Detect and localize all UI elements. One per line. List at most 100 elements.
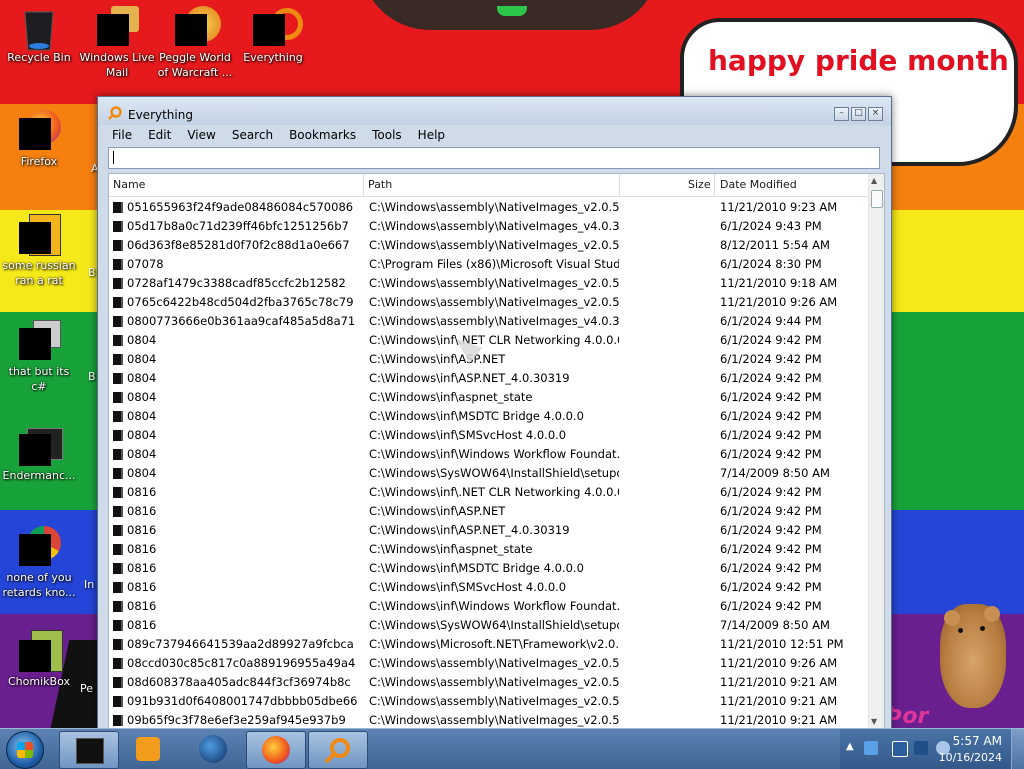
table-row[interactable]: 0816 C:\Windows\inf\Windows Workflow Foun… (109, 597, 869, 616)
table-row[interactable]: 0804 C:\Windows\inf\MSDTC Bridge 4.0.0.0 6… (109, 407, 869, 426)
menu-edit[interactable]: Edit (140, 127, 179, 145)
table-row[interactable]: 089c737946641539aa2d89927a9fcbca C:\Windo… (109, 635, 869, 654)
cell-path: C:\Windows\inf\.NET CLR Networking 4.0.0… (369, 485, 619, 499)
table-row[interactable]: 0728af1479c3388cadf85ccfc2b12582 C:\Windo… (109, 274, 869, 293)
desktop-icon-windows-live-mail[interactable]: Windows Live Mail (78, 6, 156, 80)
desktop-icon-firefox[interactable]: Firefox (0, 110, 78, 169)
cell-date: 6/1/2024 9:42 PM (720, 523, 822, 537)
menu-help[interactable]: Help (410, 127, 453, 145)
taskbar-app-firefox[interactable] (246, 731, 306, 769)
window-controls: – □ × (834, 107, 883, 121)
network-icon[interactable] (914, 741, 928, 755)
show-desktop-button[interactable] (1011, 729, 1024, 769)
clock-date[interactable]: 10/16/2024 (939, 751, 1002, 764)
taskbar-app-media-player[interactable] (120, 731, 178, 767)
file-icon (113, 278, 123, 289)
table-row[interactable]: 0765c6422b48cd504d2fba3765c78c79 C:\Windo… (109, 293, 869, 312)
column-divider[interactable] (714, 174, 715, 196)
menu-tools[interactable]: Tools (364, 127, 410, 145)
table-row[interactable]: 0816 C:\Windows\inf\ASP.NET_4.0.30319 6/1/… (109, 521, 869, 540)
table-row[interactable]: 0816 C:\Windows\inf\ASP.NET 6/1/2024 9:42 … (109, 502, 869, 521)
column-divider[interactable] (363, 174, 364, 196)
window-titlebar[interactable]: Everything – □ × (98, 97, 891, 125)
file-icon (113, 392, 123, 403)
table-row[interactable]: 07078 C:\Program Files (x86)\Microsoft Vi… (109, 255, 869, 274)
table-row[interactable]: 08d608378aa405adc844f3cf36974b8c C:\Windo… (109, 673, 869, 692)
taskbar-app-globe[interactable] (184, 731, 242, 767)
table-row[interactable]: 0816 C:\Windows\inf\aspnet_state 6/1/2024 … (109, 540, 869, 559)
cell-name: 051655963f24f9ade08486084c570086 (127, 200, 354, 214)
desktop-icon-none-of-you[interactable]: none of you retards kno... (0, 526, 78, 600)
menu-bookmarks[interactable]: Bookmarks (281, 127, 364, 145)
clock-time[interactable]: 5:57 AM (953, 734, 1002, 748)
hamster-eye (958, 628, 963, 633)
table-row[interactable]: 0804 C:\Windows\inf\Windows Workflow Foun… (109, 445, 869, 464)
desktop-icon-everything[interactable]: Everything (234, 6, 312, 65)
tray-monitor-icon[interactable] (892, 741, 908, 757)
cell-path: C:\Windows\inf\ASP.NET_4.0.30319 (369, 371, 570, 385)
scroll-down-icon[interactable]: ▼ (871, 717, 877, 726)
column-header-path[interactable]: Path (368, 178, 392, 191)
desktop-icon-label: some russian ran a rat (2, 259, 76, 287)
table-row[interactable]: 0816 C:\Windows\inf\SMSvcHost 4.0.0.0 6/1/… (109, 578, 869, 597)
table-row[interactable]: 06d363f8e85281d0f70f2c88d1a0e667 C:\Windo… (109, 236, 869, 255)
table-row[interactable]: 091b931d0f6408001747dbbbb05dbe66 C:\Windo… (109, 692, 869, 711)
minimize-button[interactable]: – (834, 107, 849, 121)
maximize-button[interactable]: □ (851, 107, 866, 121)
table-row[interactable]: 0804 C:\Windows\inf\.NET CLR Networking 4… (109, 331, 869, 350)
table-row[interactable]: 0816 C:\Windows\SysWOW64\InstallShield\se… (109, 616, 869, 635)
table-row[interactable]: 08ccd030c85c817c0a889196955a49a4 C:\Windo… (109, 654, 869, 673)
vertical-scrollbar[interactable]: ▲ ▼ (868, 174, 884, 730)
desktop-icon-peggle[interactable]: Peggle World of Warcraft ... (156, 6, 234, 80)
file-icon (113, 487, 123, 498)
cell-name: 0804 (127, 352, 157, 366)
close-button[interactable]: × (868, 107, 883, 121)
table-row[interactable]: 0804 C:\Windows\inf\ASP.NET 6/1/2024 9:42 … (109, 350, 869, 369)
file-icon (113, 373, 123, 384)
start-button[interactable] (6, 731, 44, 769)
cell-path: C:\Windows\inf\ASP.NET_4.0.30319 (369, 523, 570, 537)
search-input[interactable] (108, 147, 880, 169)
desktop-icon-recycle-bin[interactable]: Recycle Bin (0, 6, 78, 65)
file-icon (113, 677, 123, 688)
table-row[interactable]: 0804 C:\Windows\SysWOW64\InstallShield\se… (109, 464, 869, 483)
scroll-up-icon[interactable]: ▲ (871, 176, 877, 185)
desktop-icon-chomikbox[interactable]: ChomikBox (0, 630, 78, 689)
menu-view[interactable]: View (179, 127, 223, 145)
file-icon (113, 525, 123, 536)
scroll-thumb[interactable] (871, 190, 883, 208)
cell-date: 6/1/2024 9:42 PM (720, 333, 822, 347)
table-row[interactable]: 0804 C:\Windows\inf\SMSvcHost 4.0.0.0 6/1/… (109, 426, 869, 445)
desktop-icon-csharp[interactable]: that but its c# (0, 320, 78, 394)
cell-path: C:\Program Files (x86)\Microsoft Visual … (369, 257, 619, 271)
file-icon (113, 240, 123, 251)
show-hidden-icons-icon[interactable]: ▲ (846, 741, 854, 752)
desktop-icon-russian-rat[interactable]: some russian ran a rat (0, 214, 78, 288)
column-header-name[interactable]: Name (113, 178, 145, 191)
table-row[interactable]: 0816 C:\Windows\inf\MSDTC Bridge 4.0.0.0 6… (109, 559, 869, 578)
menu-file[interactable]: File (104, 127, 140, 145)
column-header-size[interactable]: Size (688, 178, 711, 191)
cell-name: 091b931d0f6408001747dbbbb05dbe66 (127, 694, 358, 708)
tray-app-icon[interactable] (864, 741, 878, 755)
taskbar-app-everything[interactable] (308, 731, 368, 769)
file-icon (113, 411, 123, 422)
table-row[interactable]: 051655963f24f9ade08486084c570086 C:\Windo… (109, 198, 869, 217)
desktop-icon-endermanch[interactable]: Endermanc... (0, 424, 78, 483)
table-row[interactable]: 05d17b8a0c71d239ff46bfc1251256b7 C:\Windo… (109, 217, 869, 236)
cell-path: C:\Windows\assembly\NativeImages_v2.0.50… (369, 238, 619, 252)
partial-icon-label: In (84, 578, 95, 591)
menu-search[interactable]: Search (224, 127, 281, 145)
table-row[interactable]: 0816 C:\Windows\inf\.NET CLR Networking 4… (109, 483, 869, 502)
table-row[interactable]: 0804 C:\Windows\inf\ASP.NET_4.0.30319 6/1/… (109, 369, 869, 388)
column-header-date[interactable]: Date Modified (720, 178, 797, 191)
taskbar-app-explorer[interactable] (59, 731, 119, 769)
file-icon (113, 506, 123, 517)
cell-date: 6/1/2024 9:42 PM (720, 447, 822, 461)
table-row[interactable]: 0800773666e0b361aa9caf485a5d8a71 C:\Windo… (109, 312, 869, 331)
column-divider[interactable] (619, 174, 620, 196)
table-row[interactable]: 0804 C:\Windows\inf\aspnet_state 6/1/2024 … (109, 388, 869, 407)
firefox-icon (262, 736, 290, 764)
file-icon (113, 658, 123, 669)
cell-date: 7/14/2009 8:50 AM (720, 466, 830, 480)
